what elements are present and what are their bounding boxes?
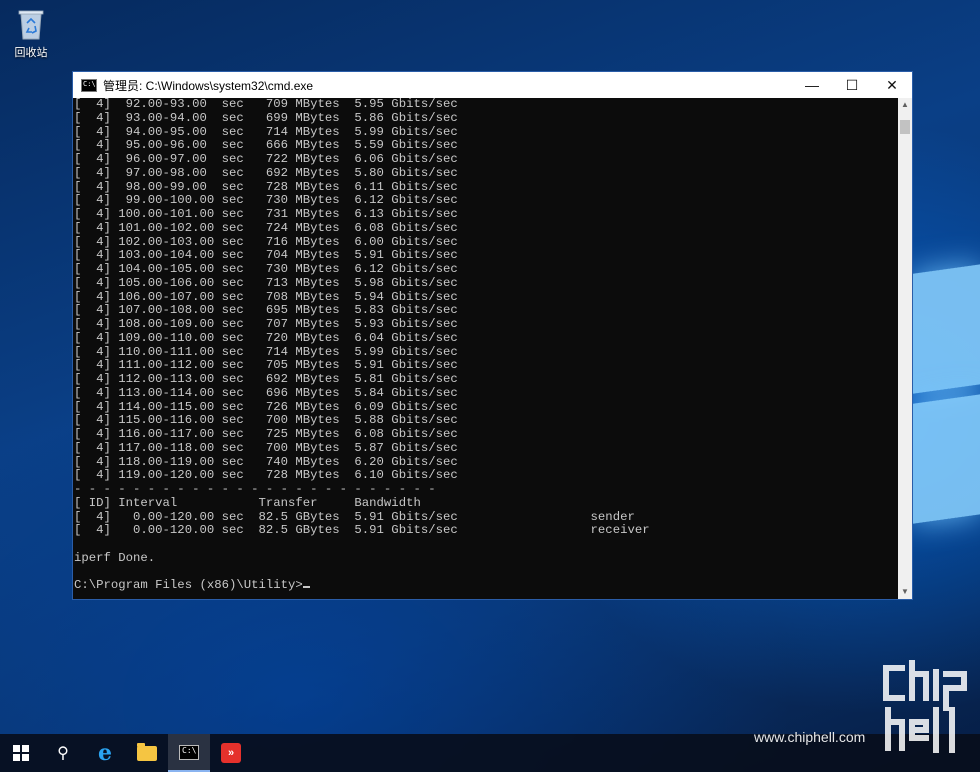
- console-line: [ 4] 111.00-112.00 sec 705 MBytes 5.91 G…: [74, 358, 458, 373]
- console-line: [ 4] 92.00-93.00 sec 709 MBytes 5.95 Gbi…: [74, 98, 458, 111]
- recycle-bin-icon: [16, 6, 46, 40]
- chiphell-watermark-logo: [880, 659, 970, 760]
- cmd-app-icon: C:\: [81, 78, 97, 92]
- console-prompt-line[interactable]: C:\Program Files (x86)\Utility>: [74, 578, 898, 593]
- console-line: [ 4] 96.00-97.00 sec 722 MBytes 6.06 Gbi…: [74, 152, 458, 166]
- taskbar-app[interactable]: »: [210, 734, 252, 772]
- window-titlebar[interactable]: C:\ 管理员: C:\Windows\system32\cmd.exe — ☐…: [73, 72, 912, 98]
- search-icon: ⚲: [57, 745, 69, 762]
- vertical-scrollbar[interactable]: ▲ ▼: [898, 98, 912, 599]
- console-line: [ 4] 107.00-108.00 sec 695 MBytes 5.83 G…: [74, 303, 458, 318]
- red-app-icon: »: [221, 743, 241, 763]
- command-prompt-icon: C:\: [179, 744, 199, 760]
- internet-explorer-icon: e: [98, 740, 112, 766]
- console-line: [ 4] 93.00-94.00 sec 699 MBytes 5.86 Gbi…: [74, 110, 458, 125]
- console-line: iperf Done.: [74, 550, 156, 565]
- close-button[interactable]: ✕: [872, 72, 912, 98]
- watermark-site: www.chiphell.com: [754, 729, 866, 745]
- console-line: - - - - - - - - - - - - - - - - - - - - …: [74, 482, 436, 496]
- console-line: [ 4] 100.00-101.00 sec 731 MBytes 6.13 G…: [74, 207, 458, 221]
- scroll-up-arrow-icon[interactable]: ▲: [898, 98, 912, 112]
- console-line: [ 4] 119.00-120.00 sec 728 MBytes 6.10 G…: [74, 468, 458, 483]
- console-prompt: C:\Program Files (x86)\Utility>: [74, 578, 303, 593]
- console-line: [ 4] 114.00-115.00 sec 726 MBytes 6.09 G…: [74, 399, 458, 414]
- console-line: [ 4] 118.00-119.00 sec 740 MBytes 6.20 G…: [74, 454, 458, 469]
- taskbar-file-explorer[interactable]: [126, 734, 168, 772]
- console-line: [ 4] 104.00-105.00 sec 730 MBytes 6.12 G…: [74, 262, 458, 276]
- maximize-button[interactable]: ☐: [832, 72, 872, 98]
- console-line: [ 4] 106.00-107.00 sec 708 MBytes 5.94 G…: [74, 289, 458, 304]
- window-title: 管理员: C:\Windows\system32\cmd.exe: [103, 78, 314, 93]
- file-explorer-icon: [137, 742, 157, 761]
- console-line: [ 4] 0.00-120.00 sec 82.5 GBytes 5.91 Gb…: [74, 523, 650, 538]
- console-line: [ 4] 103.00-104.00 sec 704 MBytes 5.91 G…: [74, 248, 458, 263]
- console-line: [ 4] 105.00-106.00 sec 713 MBytes 5.98 G…: [74, 275, 458, 290]
- console-line: [ 4] 112.00-113.00 sec 692 MBytes 5.81 G…: [74, 372, 458, 386]
- start-button[interactable]: [0, 734, 42, 772]
- console-line: [ 4] 95.00-96.00 sec 666 MBytes 5.59 Gbi…: [74, 138, 458, 153]
- windows-start-icon: [13, 745, 29, 761]
- console-line: [ 4] 108.00-109.00 sec 707 MBytes 5.93 G…: [74, 317, 458, 331]
- cmd-window[interactable]: C:\ 管理员: C:\Windows\system32\cmd.exe — ☐…: [72, 71, 913, 600]
- scroll-down-arrow-icon[interactable]: ▼: [898, 585, 912, 599]
- console-line: [ 4] 117.00-118.00 sec 700 MBytes 5.87 G…: [74, 440, 458, 455]
- console-line: [ 4] 116.00-117.00 sec 725 MBytes 6.08 G…: [74, 427, 458, 441]
- minimize-button[interactable]: —: [792, 72, 832, 98]
- text-cursor: [302, 586, 310, 589]
- recycle-bin-desktop-icon[interactable]: 回收站: [8, 4, 54, 60]
- console-output[interactable]: [ 4] 92.00-93.00 sec 709 MBytes 5.95 Gbi…: [73, 98, 898, 599]
- taskbar-internet-explorer[interactable]: e: [84, 734, 126, 772]
- console-line: [ 4] 113.00-114.00 sec 696 MBytes 5.84 G…: [74, 385, 458, 400]
- console-line: [ 4] 99.00-100.00 sec 730 MBytes 6.12 Gb…: [74, 193, 458, 208]
- taskbar-cmd[interactable]: C:\: [168, 734, 210, 772]
- console-line: [ 4] 97.00-98.00 sec 692 MBytes 5.80 Gbi…: [74, 165, 458, 180]
- search-button[interactable]: ⚲: [42, 734, 84, 772]
- console-line: [ ID] Interval Transfer Bandwidth: [74, 495, 421, 510]
- console-line: [ 4] 94.00-95.00 sec 714 MBytes 5.99 Gbi…: [74, 124, 458, 139]
- console-line: [ 4] 101.00-102.00 sec 724 MBytes 6.08 G…: [74, 220, 458, 235]
- console-line: [ 4] 115.00-116.00 sec 700 MBytes 5.88 G…: [74, 413, 458, 428]
- scroll-thumb[interactable]: [900, 120, 910, 134]
- console-line: [ 4] 0.00-120.00 sec 82.5 GBytes 5.91 Gb…: [74, 509, 635, 524]
- console-line: [ 4] 109.00-110.00 sec 720 MBytes 6.04 G…: [74, 330, 458, 345]
- recycle-bin-label: 回收站: [14, 47, 48, 59]
- console-line: [ 4] 110.00-111.00 sec 714 MBytes 5.99 G…: [74, 344, 458, 359]
- console-line: [ 4] 102.00-103.00 sec 716 MBytes 6.00 G…: [74, 234, 458, 249]
- console-line: [ 4] 98.00-99.00 sec 728 MBytes 6.11 Gbi…: [74, 179, 458, 194]
